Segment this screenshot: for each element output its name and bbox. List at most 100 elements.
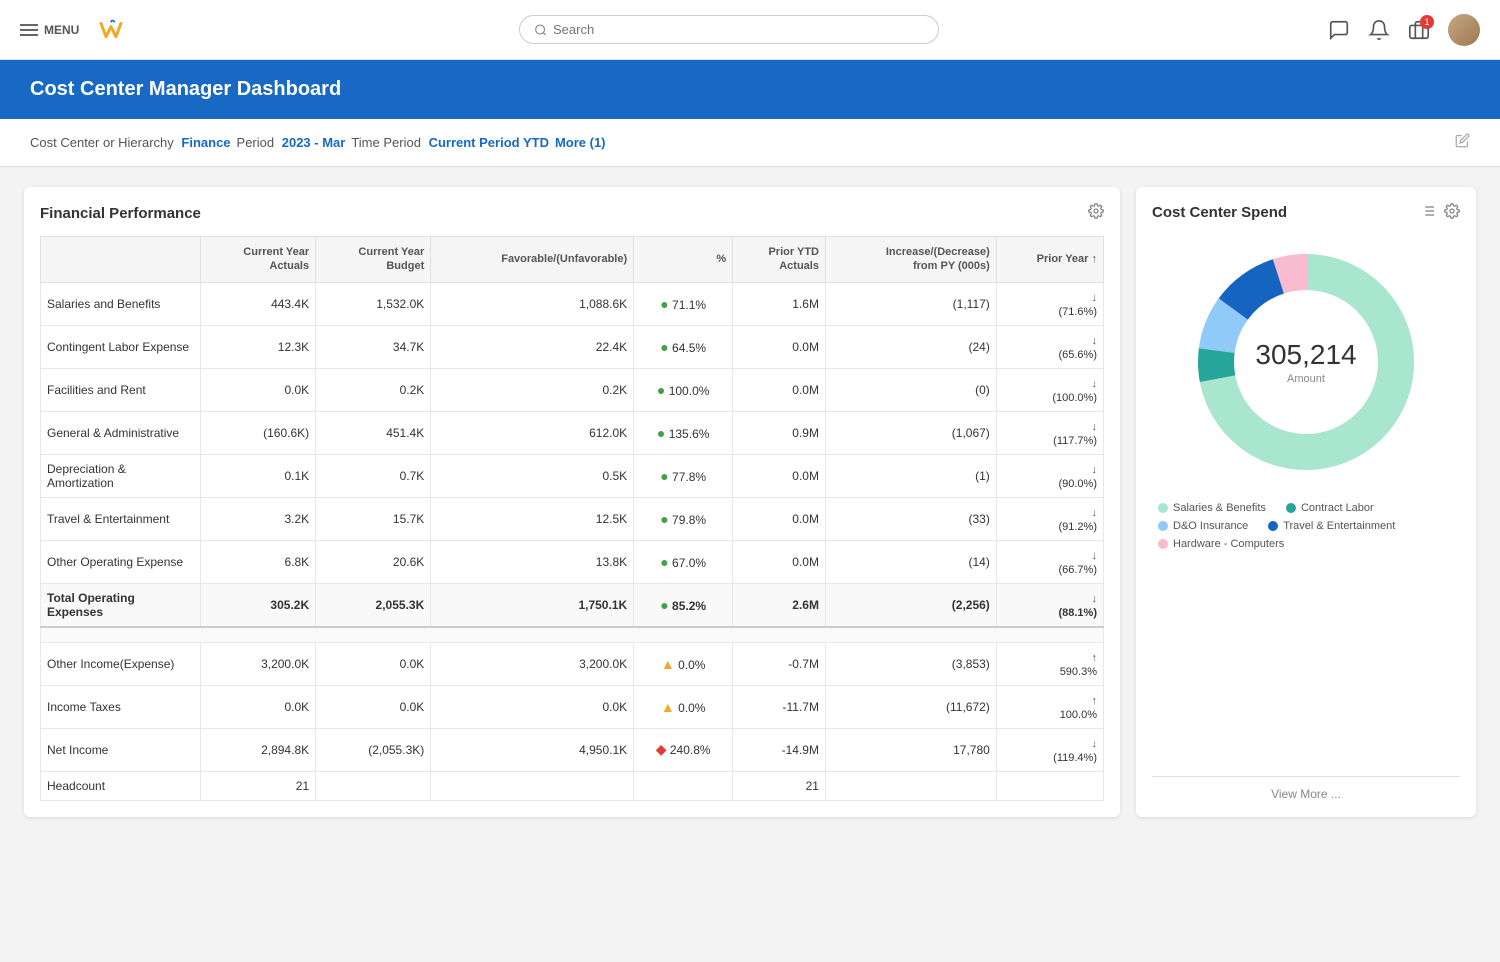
financial-settings-icon[interactable] [1088,203,1104,224]
row-actuals[interactable]: 12.3K [201,325,316,368]
row-budget[interactable]: 15.7K [316,497,431,540]
row-label: Total Operating Expenses [41,583,201,627]
row-inc-dec: (1,117) [825,282,996,325]
row-label: Headcount [41,771,201,800]
financial-title: Financial Performance [40,205,201,222]
row-inc-dec: (0) [825,368,996,411]
menu-button[interactable]: MENU [20,23,79,37]
badge-count: 1 [1420,15,1434,29]
col-header-pct: % [634,237,733,283]
row-actuals[interactable]: 0.0K [201,685,316,728]
donut-amount: 305,214 [1255,339,1356,371]
row-actuals[interactable]: (160.6K) [201,411,316,454]
spend-gear-icon[interactable] [1444,203,1460,222]
row-fav[interactable]: 0.5K [431,454,634,497]
row-prior-pct: ↓(117.7%) [996,411,1103,454]
row-label: Travel & Entertainment [41,497,201,540]
row-budget[interactable]: 0.0K [316,685,431,728]
row-pct: ● 67.0% [634,540,733,583]
row-fav[interactable]: 3,200.0K [431,642,634,685]
row-label: Other Income(Expense) [41,642,201,685]
legend-dot-do [1158,521,1168,531]
more-filter[interactable]: More (1) [555,135,606,150]
spend-panel-header: Cost Center Spend [1152,203,1460,222]
row-budget[interactable]: 0.7K [316,454,431,497]
hamburger-icon [20,24,38,36]
row-actuals[interactable]: 3,200.0K [201,642,316,685]
row-budget[interactable]: (2,055.3K) [316,728,431,771]
row-inc-dec: (24) [825,325,996,368]
row-budget[interactable]: 0.0K [316,642,431,685]
row-fav[interactable]: 22.4K [431,325,634,368]
row-inc-dec: (3,853) [825,642,996,685]
row-actuals[interactable]: 3.2K [201,497,316,540]
filter-bar: Cost Center or Hierarchy Finance Period … [0,119,1500,167]
legend-label-salary: Salaries & Benefits [1173,502,1266,514]
row-actuals[interactable]: 0.0K [201,368,316,411]
view-more-button[interactable]: View More ... [1152,776,1460,801]
cost-center-label: Cost Center or Hierarchy Finance [30,135,231,150]
row-label: Facilities and Rent [41,368,201,411]
bell-icon[interactable] [1368,19,1390,41]
row-fav[interactable]: 13.8K [431,540,634,583]
row-prior-pct: ↓(91.2%) [996,497,1103,540]
row-budget[interactable]: 451.4K [316,411,431,454]
row-budget[interactable]: 20.6K [316,540,431,583]
row-pct: ▲ 0.0% [634,642,733,685]
row-inc-dec: 17,780 [825,728,996,771]
col-header-budget: Current YearBudget [316,237,431,283]
row-fav[interactable]: 1,088.6K [431,282,634,325]
avatar[interactable] [1448,14,1480,46]
row-fav[interactable] [431,771,634,800]
legend-dot-hardware [1158,539,1168,549]
row-label: Other Operating Expense [41,540,201,583]
table-row: Facilities and Rent 0.0K 0.2K 0.2K ● 100… [41,368,1104,411]
financial-panel: Financial Performance Current YearActual… [24,187,1120,817]
table-row: Other Operating Expense 6.8K 20.6K 13.8K… [41,540,1104,583]
donut-center: 305,214 Amount [1255,339,1356,385]
col-header-inc-dec: Increase/(Decrease)from PY (000s) [825,237,996,283]
col-header-prior-ytd: Prior YTDActuals [733,237,826,283]
row-budget[interactable]: 1,532.0K [316,282,431,325]
row-actuals[interactable]: 0.1K [201,454,316,497]
row-fav[interactable]: 12.5K [431,497,634,540]
search-box[interactable] [519,15,939,44]
main-content: Financial Performance Current YearActual… [0,167,1500,837]
row-fav[interactable]: 0.2K [431,368,634,411]
row-prior-pct: ↓(100.0%) [996,368,1103,411]
row-budget[interactable] [316,771,431,800]
row-actuals[interactable]: 6.8K [201,540,316,583]
row-inc-dec [825,771,996,800]
row-fav[interactable]: 4,950.1K [431,728,634,771]
row-pct: ● 100.0% [634,368,733,411]
row-pct: ● 79.8% [634,497,733,540]
row-actuals[interactable]: 21 [201,771,316,800]
row-budget[interactable]: 34.7K [316,325,431,368]
row-actuals[interactable]: 443.4K [201,282,316,325]
search-input[interactable] [553,22,924,37]
briefcase-icon[interactable]: 1 [1408,19,1430,41]
row-fav[interactable]: 0.0K [431,685,634,728]
row-label: Income Taxes [41,685,201,728]
row-budget[interactable]: 2,055.3K [316,583,431,627]
row-actuals[interactable]: 2,894.8K [201,728,316,771]
row-actuals[interactable]: 305.2K [201,583,316,627]
chat-icon[interactable] [1328,19,1350,41]
legend-row-2: D&O Insurance Travel & Entertainment [1158,520,1454,532]
row-prior-pct: ↓(119.4%) [996,728,1103,771]
legend-dot-travel [1268,521,1278,531]
logo[interactable] [93,12,129,48]
row-budget[interactable]: 0.2K [316,368,431,411]
row-prior-ytd: 2.6M [733,583,826,627]
row-fav[interactable]: 1,750.1K [431,583,634,627]
row-fav[interactable]: 612.0K [431,411,634,454]
period-filter: Period 2023 - Mar [237,135,346,150]
row-pct [634,771,733,800]
table-row: Travel & Entertainment 3.2K 15.7K 12.5K … [41,497,1104,540]
edit-icon[interactable] [1455,133,1470,152]
row-label: Depreciation & Amortization [41,454,201,497]
table-row: Other Income(Expense) 3,200.0K 0.0K 3,20… [41,642,1104,685]
row-label: Contingent Labor Expense [41,325,201,368]
chart-settings-icon[interactable] [1420,203,1436,222]
row-prior-pct: ↑100.0% [996,685,1103,728]
